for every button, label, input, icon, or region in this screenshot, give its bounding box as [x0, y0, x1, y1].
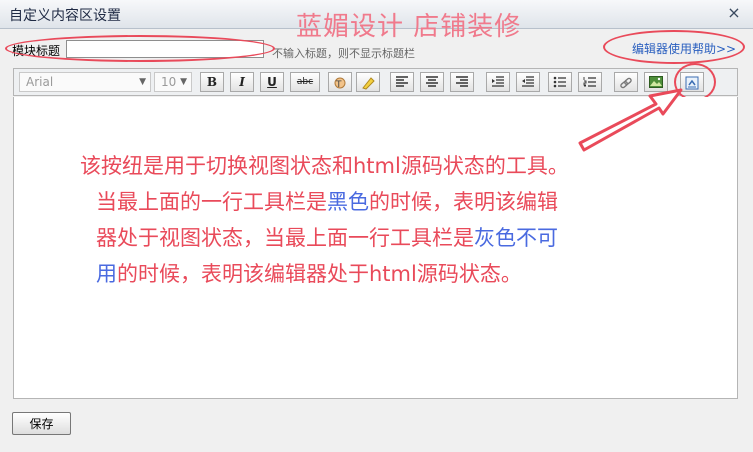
font-color-icon: T — [334, 77, 346, 90]
font-color-button[interactable]: T — [328, 72, 352, 92]
chevron-down-icon: ▼ — [180, 77, 187, 87]
bullet-list-icon — [553, 76, 566, 88]
numbered-list-button[interactable] — [578, 72, 602, 92]
align-right-button[interactable] — [450, 72, 474, 92]
annotation-segment: 器处于视图状态，当最上面一行工具栏是 — [96, 226, 474, 250]
underline-button[interactable]: U — [260, 72, 284, 92]
numbered-list-icon — [583, 77, 596, 87]
font-family-select[interactable]: Arial ▼ — [19, 72, 151, 92]
source-toggle-button[interactable] — [680, 72, 704, 92]
font-size-value: 10 — [161, 75, 177, 89]
annotation-line-2: 当最上面的一行工具栏是黑色的时候，表明该编辑 — [80, 184, 732, 220]
align-center-icon — [426, 76, 438, 87]
annotation-text: 该按纽是用于切换视图状态和html源码状态的工具。 当最上面的一行工具栏是黑色的… — [80, 148, 732, 292]
annotation-line-4: 用的时候，表明该编辑器处于html源码状态。 — [80, 256, 732, 292]
highlight-button[interactable] — [356, 72, 380, 92]
source-toggle-icon — [685, 76, 699, 90]
annotation-segment: 的时候，表明该编辑 — [369, 190, 558, 214]
bullet-list-button[interactable] — [548, 72, 572, 92]
image-button[interactable] — [644, 72, 668, 92]
align-left-button[interactable] — [390, 72, 414, 92]
annotation-segment: 的时候，表明该编辑器处于html源码状态。 — [117, 262, 522, 286]
annotation-highlight: 灰色不可 — [474, 226, 558, 250]
editor-help-link[interactable]: 编辑器使用帮助>> — [632, 40, 736, 57]
module-title-hint: 不输入标题，则不显示标题栏 — [272, 47, 415, 60]
indent-icon — [522, 76, 534, 87]
save-button[interactable]: 保存 — [12, 412, 71, 435]
highlight-icon — [362, 77, 375, 90]
outdent-icon — [492, 76, 504, 87]
link-button[interactable] — [614, 72, 638, 92]
align-right-icon — [456, 76, 468, 87]
indent-button[interactable] — [516, 72, 540, 92]
link-icon — [620, 77, 632, 89]
annotation-highlight: 黑色 — [327, 190, 369, 214]
svg-text:T: T — [335, 80, 342, 90]
font-family-value: Arial — [26, 75, 54, 89]
annotation-line-1: 该按纽是用于切换视图状态和html源码状态的工具。 — [80, 154, 569, 178]
outdent-button[interactable] — [486, 72, 510, 92]
module-title-input[interactable] — [66, 40, 264, 58]
strikethrough-button[interactable]: abc — [290, 72, 320, 92]
editor-toolbar: Arial ▼ 10 ▼ B I U abc T — [13, 68, 738, 96]
dialog-title: 自定义内容区设置 — [9, 8, 121, 24]
align-left-icon — [396, 76, 408, 87]
chevron-down-icon: ▼ — [139, 77, 146, 87]
annotation-highlight: 用 — [96, 262, 117, 286]
font-size-select[interactable]: 10 ▼ — [154, 72, 192, 92]
close-icon[interactable]: × — [725, 4, 743, 22]
annotation-segment: 当最上面的一行工具栏是 — [96, 190, 327, 214]
annotation-line-3: 器处于视图状态，当最上面一行工具栏是灰色不可 — [80, 220, 732, 256]
italic-button[interactable]: I — [230, 72, 254, 92]
watermark-text: 蓝媚设计 店铺装修 — [296, 12, 522, 42]
align-center-button[interactable] — [420, 72, 444, 92]
image-icon — [649, 76, 663, 88]
bold-button[interactable]: B — [200, 72, 224, 92]
module-title-label: 模块标题 — [12, 44, 61, 58]
